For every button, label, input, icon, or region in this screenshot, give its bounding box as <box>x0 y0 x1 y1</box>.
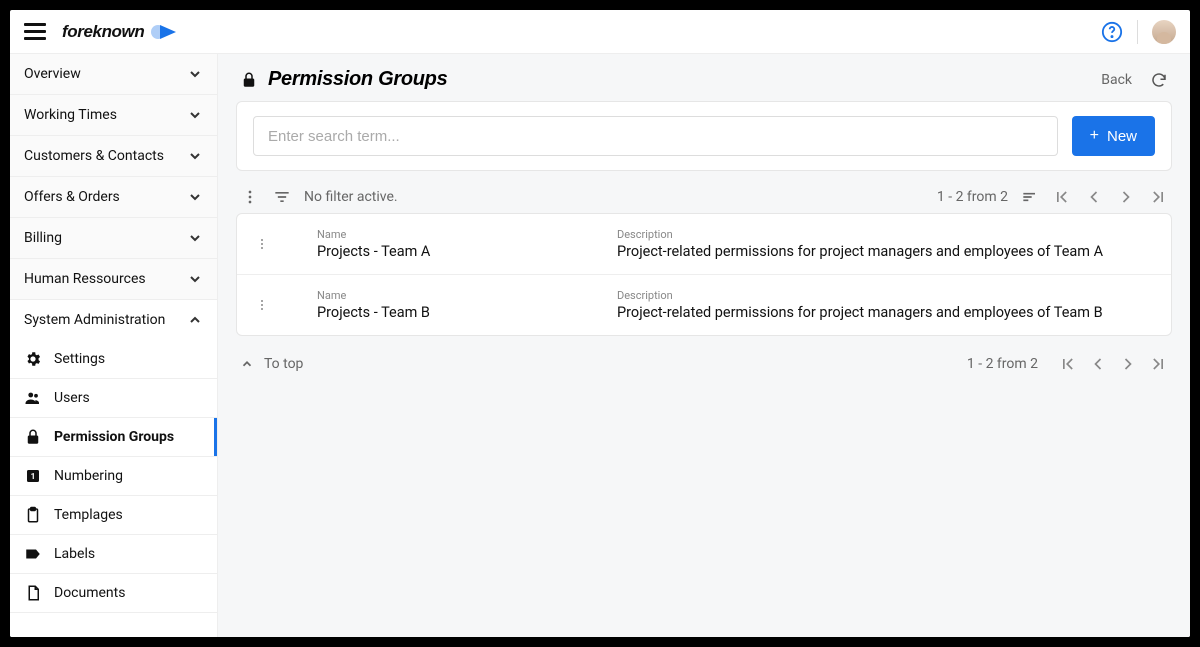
back-link[interactable]: Back <box>1101 72 1132 88</box>
sidebar-item-settings[interactable]: Settings <box>10 340 217 378</box>
topbar: foreknown <box>10 10 1190 54</box>
more-icon[interactable] <box>240 187 260 207</box>
sidebar-group-sysadmin[interactable]: System Administration <box>10 300 217 340</box>
next-page-icon[interactable] <box>1118 354 1138 374</box>
lock-icon <box>240 71 258 89</box>
sidebar-group-overview[interactable]: Overview <box>10 54 217 94</box>
new-button[interactable]: + New <box>1072 116 1155 156</box>
first-page-icon[interactable] <box>1058 354 1078 374</box>
chevron-down-icon <box>187 189 203 205</box>
name-value: Projects - Team A <box>317 243 617 260</box>
desc-label: Description <box>617 289 1155 302</box>
table-card: Name Projects - Team A Description Proje… <box>236 213 1172 336</box>
table-row[interactable]: Name Projects - Team A Description Proje… <box>237 214 1171 274</box>
user-avatar[interactable] <box>1152 20 1176 44</box>
sidebar-item-label: Documents <box>54 585 125 601</box>
main-content: Permission Groups Back + New No filter a… <box>218 54 1190 637</box>
sidebar-group-customers[interactable]: Customers & Contacts <box>10 136 217 176</box>
svg-text:1: 1 <box>31 472 36 482</box>
filter-bar: No filter active. 1 - 2 from 2 <box>218 181 1190 213</box>
search-input[interactable] <box>253 116 1058 156</box>
chevron-down-icon <box>187 66 203 82</box>
lock-icon <box>24 428 42 446</box>
plus-icon: + <box>1090 128 1099 144</box>
sort-icon[interactable] <box>1020 187 1040 207</box>
number-icon: 1 <box>24 467 42 485</box>
sidebar-item-numbering[interactable]: 1 Numbering <box>10 457 217 495</box>
new-button-label: New <box>1107 128 1137 145</box>
sidebar-group-working-times[interactable]: Working Times <box>10 95 217 135</box>
brand-name: foreknown <box>62 22 144 42</box>
sidebar-item-label: Permission Groups <box>54 429 174 445</box>
sidebar-item-labels[interactable]: Labels <box>10 535 217 573</box>
sidebar-item-templates[interactable]: Templages <box>10 496 217 534</box>
next-page-icon[interactable] <box>1116 187 1136 207</box>
chevron-up-icon <box>187 312 203 328</box>
sidebar-item-label: Numbering <box>54 468 123 484</box>
body: Overview Working Times Customers & Conta… <box>10 54 1190 637</box>
filter-icon[interactable] <box>272 187 292 207</box>
sidebar-item-documents[interactable]: Documents <box>10 574 217 612</box>
pagination-text: 1 - 2 from 2 <box>937 189 1008 205</box>
chevron-down-icon <box>187 148 203 164</box>
page-header: Permission Groups Back <box>218 54 1190 101</box>
tag-icon <box>24 545 42 563</box>
pagination-text: 1 - 2 from 2 <box>967 356 1038 372</box>
sidebar-item-permission-groups[interactable]: Permission Groups <box>10 418 217 456</box>
menu-toggle[interactable] <box>24 20 48 44</box>
name-label: Name <box>317 289 617 302</box>
app-frame: foreknown Overview Working Times Custome… <box>10 10 1190 637</box>
sidebar-group-billing[interactable]: Billing <box>10 218 217 258</box>
divider <box>1137 20 1138 44</box>
brand-logo-icon <box>150 22 178 42</box>
page-title: Permission Groups <box>268 68 1101 91</box>
last-page-icon[interactable] <box>1148 187 1168 207</box>
row-menu-icon[interactable] <box>247 297 277 313</box>
chevron-down-icon <box>187 271 203 287</box>
sidebar-item-users[interactable]: Users <box>10 379 217 417</box>
clipboard-icon <box>24 506 42 524</box>
sidebar-item-label: Settings <box>54 351 105 367</box>
row-menu-icon[interactable] <box>247 236 277 252</box>
desc-value: Project-related permissions for project … <box>617 243 1155 260</box>
filter-status: No filter active. <box>304 189 398 205</box>
footer-bar: To top 1 - 2 from 2 <box>218 346 1190 382</box>
name-value: Projects - Team B <box>317 304 617 321</box>
users-icon <box>24 389 42 407</box>
sidebar: Overview Working Times Customers & Conta… <box>10 54 218 637</box>
last-page-icon[interactable] <box>1148 354 1168 374</box>
arrow-up-icon[interactable] <box>240 357 254 371</box>
first-page-icon[interactable] <box>1052 187 1072 207</box>
sidebar-item-label: Templages <box>54 507 123 523</box>
sidebar-item-label: Labels <box>54 546 95 562</box>
chevron-down-icon <box>187 230 203 246</box>
chevron-down-icon <box>187 107 203 123</box>
sidebar-group-hr[interactable]: Human Ressources <box>10 259 217 299</box>
document-icon <box>24 584 42 602</box>
gear-icon <box>24 350 42 368</box>
help-icon[interactable] <box>1101 21 1123 43</box>
search-card: + New <box>236 101 1172 171</box>
desc-value: Project-related permissions for project … <box>617 304 1155 321</box>
refresh-icon[interactable] <box>1150 71 1168 89</box>
sidebar-group-offers[interactable]: Offers & Orders <box>10 177 217 217</box>
table-row[interactable]: Name Projects - Team B Description Proje… <box>237 274 1171 335</box>
prev-page-icon[interactable] <box>1088 354 1108 374</box>
prev-page-icon[interactable] <box>1084 187 1104 207</box>
sidebar-item-label: Users <box>54 390 90 406</box>
name-label: Name <box>317 228 617 241</box>
desc-label: Description <box>617 228 1155 241</box>
to-top-link[interactable]: To top <box>264 356 303 372</box>
